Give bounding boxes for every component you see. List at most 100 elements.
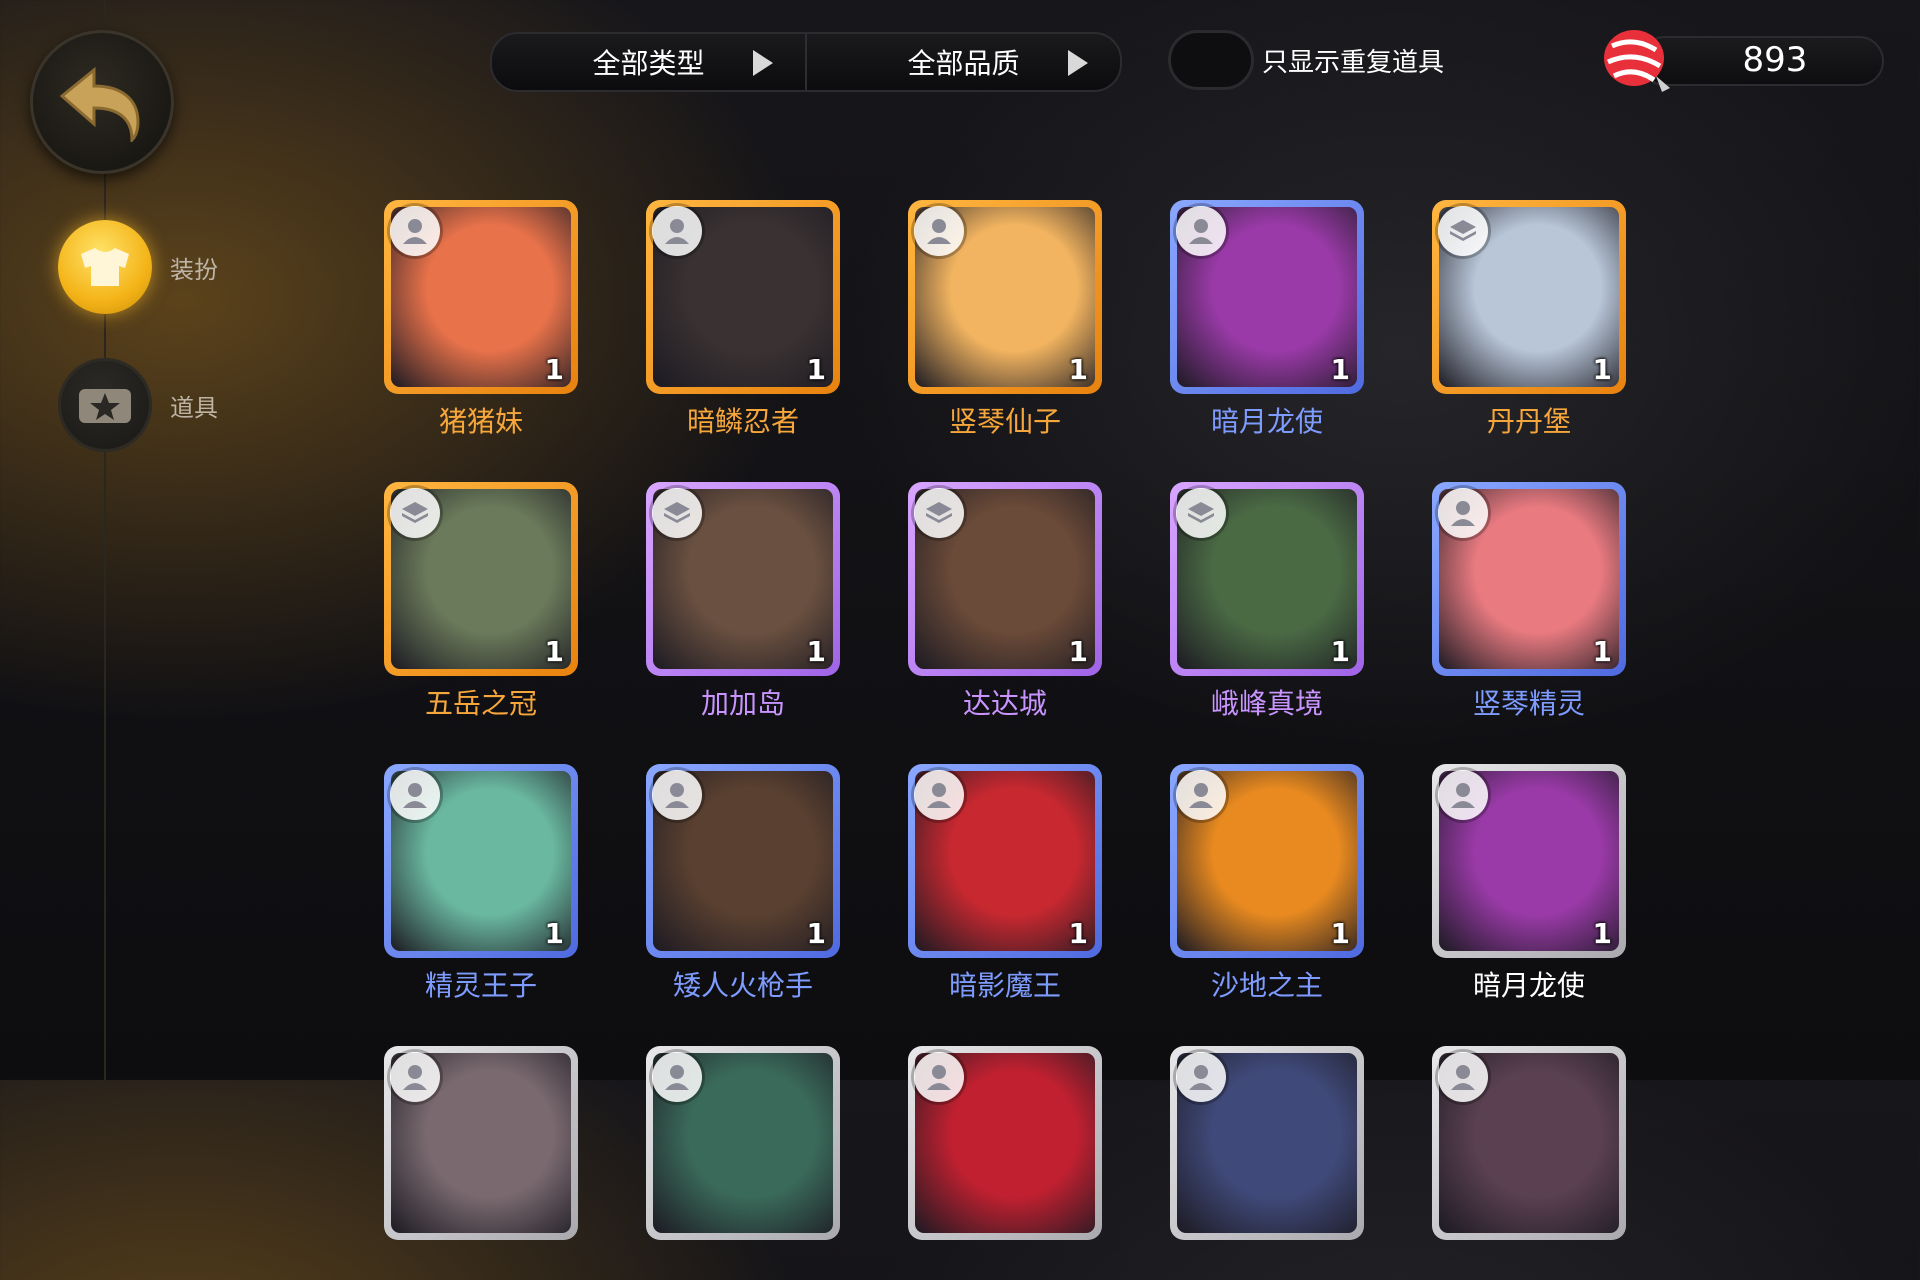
card-frame: 1: [384, 482, 578, 676]
back-arrow-icon: [59, 66, 140, 142]
item-card[interactable]: 1 五岳之冠: [384, 482, 578, 720]
item-count: 1: [544, 353, 564, 386]
item-card[interactable]: [646, 1046, 840, 1280]
avatar-category-icon: [914, 206, 964, 256]
item-name: 暗鳞忍者: [686, 405, 799, 438]
avatar-category-icon: [1438, 770, 1488, 820]
item-card[interactable]: 1 矮人火枪手: [646, 764, 840, 1002]
item-name: 竖琴精灵: [1472, 687, 1585, 720]
card-frame: 1: [646, 482, 840, 676]
item-name: 精灵王子: [424, 969, 537, 1002]
back-button[interactable]: [30, 30, 174, 174]
avatar-category-icon: [390, 206, 440, 256]
item-card[interactable]: [1432, 1046, 1626, 1280]
item-count: 1: [544, 635, 564, 668]
sidebar-item-items[interactable]: 道具: [58, 358, 218, 452]
duplicate-filter: 只显示重复道具: [1168, 30, 1444, 90]
item-name: 加加岛: [700, 687, 785, 720]
card-frame: [384, 1046, 578, 1240]
item-count: 1: [1592, 353, 1612, 386]
item-card[interactable]: 1 竖琴精灵: [1432, 482, 1626, 720]
card-frame: [1170, 1046, 1364, 1240]
item-name: 达达城: [962, 687, 1047, 720]
item-card[interactable]: 1 精灵王子: [384, 764, 578, 1002]
item-card[interactable]: 1 暗月龙使: [1432, 764, 1626, 1002]
item-count: 1: [1330, 635, 1350, 668]
avatar-category-icon: [914, 1052, 964, 1102]
quality-filter-dropdown[interactable]: 全部品质: [805, 34, 1120, 90]
item-count: 1: [1330, 353, 1350, 386]
item-name: 沙地之主: [1210, 969, 1323, 1002]
candy-icon: [1604, 30, 1670, 92]
item-name: 暗月龙使: [1210, 405, 1323, 438]
card-frame: [908, 1046, 1102, 1240]
duplicate-only-toggle[interactable]: [1168, 30, 1254, 90]
avatar-category-icon: [652, 206, 702, 256]
item-card[interactable]: 1 沙地之主: [1170, 764, 1364, 1002]
sidebar-item-label: 装扮: [170, 255, 218, 284]
item-name: 猪猪妹: [438, 405, 523, 438]
item-card[interactable]: [908, 1046, 1102, 1280]
avatar-category-icon: [390, 770, 440, 820]
item-count: 1: [806, 635, 826, 668]
card-frame: 1: [908, 764, 1102, 958]
board-category-icon: [914, 488, 964, 538]
avatar-category-icon: [1176, 770, 1226, 820]
item-count: 1: [806, 353, 826, 386]
board-category-icon: [1438, 206, 1488, 256]
avatar-category-icon: [652, 770, 702, 820]
item-card[interactable]: 1 达达城: [908, 482, 1102, 720]
type-filter-label: 全部类型: [592, 47, 705, 80]
currency-value: 893: [1742, 40, 1808, 80]
card-frame: 1: [1432, 200, 1626, 394]
item-card[interactable]: 1 暗月龙使: [1170, 200, 1364, 438]
avatar-category-icon: [1438, 488, 1488, 538]
item-card[interactable]: 1 暗影魔王: [908, 764, 1102, 1002]
avatar-category-icon: [914, 770, 964, 820]
card-frame: 1: [384, 764, 578, 958]
item-card[interactable]: 1 峨峰真境: [1170, 482, 1364, 720]
avatar-category-icon: [1176, 1052, 1226, 1102]
avatar-category-icon: [1176, 206, 1226, 256]
item-card[interactable]: 1 竖琴仙子: [908, 200, 1102, 438]
card-frame: 1: [1170, 764, 1364, 958]
item-card[interactable]: 1 丹丹堡: [1432, 200, 1626, 438]
item-card[interactable]: 1 暗鳞忍者: [646, 200, 840, 438]
play-arrow-icon: [753, 50, 773, 76]
card-frame: 1: [1432, 482, 1626, 676]
sidebar-item-label: 道具: [170, 393, 218, 422]
card-frame: [646, 1046, 840, 1240]
item-card[interactable]: 1 猪猪妹: [384, 200, 578, 438]
board-category-icon: [390, 488, 440, 538]
item-name: 暗月龙使: [1472, 969, 1585, 1002]
card-frame: 1: [908, 482, 1102, 676]
item-count: 1: [806, 917, 826, 950]
card-frame: 1: [908, 200, 1102, 394]
duplicate-only-label: 只显示重复道具: [1262, 47, 1445, 78]
item-count: 1: [544, 917, 564, 950]
item-card[interactable]: [1170, 1046, 1364, 1280]
card-frame: 1: [646, 200, 840, 394]
sidebar-item-costume[interactable]: 装扮: [58, 220, 218, 314]
card-frame: 1: [1170, 200, 1364, 394]
item-name: 矮人火枪手: [672, 969, 813, 1002]
item-count: 1: [1592, 635, 1612, 668]
item-count: 1: [1592, 917, 1612, 950]
type-filter-dropdown[interactable]: 全部类型: [492, 34, 805, 90]
card-frame: 1: [1170, 482, 1364, 676]
item-count: 1: [1330, 917, 1350, 950]
avatar-category-icon: [390, 1052, 440, 1102]
play-arrow-icon: [1068, 50, 1088, 76]
card-frame: [1432, 1046, 1626, 1240]
card-frame: 1: [1432, 764, 1626, 958]
item-count: 1: [1068, 635, 1088, 668]
item-name: 峨峰真境: [1210, 687, 1323, 720]
card-frame: 1: [384, 200, 578, 394]
costume-icon: [58, 220, 152, 314]
avatar-category-icon: [652, 1052, 702, 1102]
quality-filter-label: 全部品质: [907, 47, 1020, 80]
item-name: 竖琴仙子: [948, 405, 1061, 438]
board-category-icon: [652, 488, 702, 538]
item-card[interactable]: 1 加加岛: [646, 482, 840, 720]
item-card[interactable]: [384, 1046, 578, 1280]
